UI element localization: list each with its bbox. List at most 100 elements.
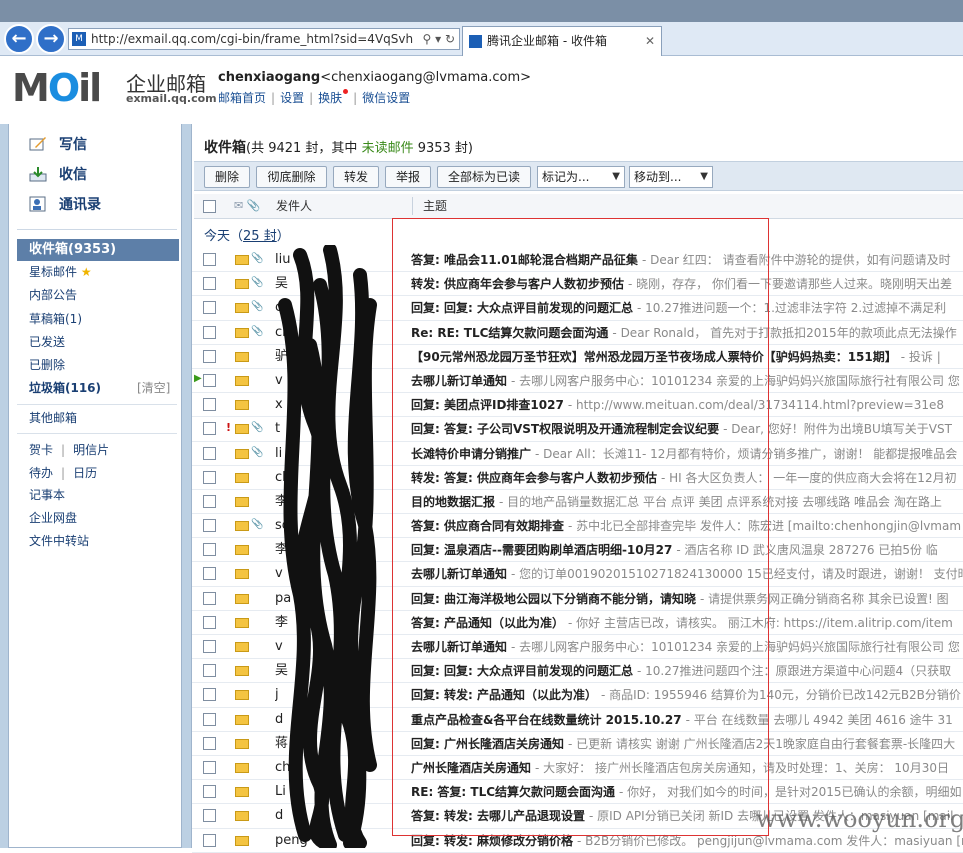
email-sender[interactable]: v [275, 369, 400, 392]
link-settings[interactable]: 设置 [280, 91, 304, 105]
email-subject[interactable]: 回复: 曲江海洋极地公园以下分销商不能分销，请知晓 - 请提供票务网正确分销商名称… [411, 587, 963, 610]
email-subject[interactable]: 广州长隆酒店关房通知 - 大家好： 接广州长隆酒店包房关房通知，请及时处理：1、关… [411, 756, 963, 779]
email-row[interactable]: x 回复: 美团点评ID排查1027- http://www.meituan.co… [192, 393, 963, 418]
email-row[interactable]: ch 转发: 答复: 供应商年会参与客户人数初步预估 - HI 各大区负责人： 一年… [192, 466, 963, 490]
email-row[interactable]: j 回复: 转发: 产品通知（以此为准） - 商品ID: 1955946 结算价为1… [192, 683, 963, 708]
mark-all-read-button[interactable]: 全部标为已读 [437, 166, 531, 188]
row-checkbox[interactable] [203, 398, 216, 412]
email-sender[interactable]: d [275, 708, 400, 731]
link-netdisk[interactable]: 企业网盘 [29, 508, 77, 528]
email-row[interactable]: 吴回复: 回复: 大众点评目前发现的问题汇总 - 10.27推进问题四个注：原跟进… [192, 659, 963, 684]
link-greeting-card[interactable]: 贺卡 [29, 443, 53, 457]
row-checkbox[interactable] [203, 301, 216, 315]
link-file-transfer[interactable]: 文件中转站 [29, 531, 89, 551]
row-checkbox[interactable] [203, 519, 216, 533]
sidebar-item-drafts[interactable]: 草稿箱(1) [29, 309, 82, 329]
email-subject[interactable]: 转发: 答复: 供应商年会参与客户人数初步预估 - HI 各大区负责人： 一年一度… [411, 466, 963, 489]
search-refresh-icon[interactable]: ⚲ ▾ ↻ [423, 29, 456, 49]
email-sender[interactable]: v [275, 562, 400, 585]
email-subject[interactable]: 去哪儿新订单通知 - 去哪儿网客户服务中心：10101234 亲爱的上海驴妈妈兴旅… [411, 635, 963, 658]
email-row[interactable]: 📎 ch Re: RE: TLC结算欠款问题会面沟通 - Dear Ronald， 首… [192, 321, 963, 345]
email-subject[interactable]: 回复: 美团点评ID排查1027- http://www.meituan.com… [411, 393, 963, 416]
forward-button[interactable]: → [36, 24, 66, 54]
row-checkbox[interactable] [203, 688, 216, 702]
email-subject[interactable]: 【90元常州恐龙园万圣节狂欢】常州恐龙园万圣节夜场成人票特价【驴妈妈热卖：151… [411, 345, 963, 368]
row-checkbox[interactable] [203, 809, 216, 823]
row-checkbox[interactable] [203, 422, 216, 436]
tab-close-icon[interactable]: ✕ [645, 27, 655, 55]
back-button[interactable]: ← [4, 24, 34, 54]
email-row[interactable]: 李目的地数据汇报 - 目的地产品销量数据汇总 平台 点评 美团 点评系统对接 去哪… [192, 490, 963, 515]
mark-as-select[interactable]: 标记为... ▼ [537, 166, 625, 188]
row-checkbox[interactable] [203, 640, 216, 653]
subject-column-header[interactable]: 主题 [423, 194, 447, 218]
email-sender[interactable]: 李 [275, 538, 400, 561]
email-row[interactable]: 📎 ca 回复: 回复: 大众点评目前发现的问题汇总 - 10.27推进问题一个：1.… [192, 296, 963, 321]
row-checkbox[interactable] [203, 325, 216, 339]
email-row[interactable]: 驴【90元常州恐龙园万圣节狂欢】常州恐龙园万圣节夜场成人票特价【驴妈妈热卖：15… [192, 345, 963, 369]
sidebar-item-starred[interactable]: 星标邮件 ★ [29, 262, 92, 282]
row-checkbox[interactable] [203, 736, 216, 750]
email-row[interactable]: ! 📎 t 回复: 答复: 子公司VST权限说明及开通流程制定会议纪要 - Dear, … [192, 417, 963, 442]
email-sender[interactable]: 吴 [275, 659, 400, 682]
email-subject[interactable]: 回复: 广州长隆酒店关房通知 - 已更新 请核实 谢谢 广州长隆酒店2天1晚家庭自… [411, 732, 963, 755]
row-checkbox[interactable] [203, 664, 216, 678]
compose-link[interactable]: 写信 [29, 133, 87, 157]
email-subject[interactable]: RE: 答复: TLC结算欠款问题会面沟通 - 你好， 对我们如今的时间，是针对2… [411, 780, 963, 803]
email-sender[interactable]: liu [275, 248, 400, 271]
link-notepad[interactable]: 记事本 [29, 485, 65, 505]
sidebar-item-inbox[interactable]: 收件箱(9353) [17, 239, 179, 261]
email-sender[interactable]: x [275, 393, 400, 416]
email-subject[interactable]: 答复: 供应商合同有效期排查 - 苏中北已全部排查完毕 发件人：陈宏进 [mail… [411, 514, 963, 537]
email-sender[interactable]: j [275, 683, 400, 706]
email-subject[interactable]: 回复: 温泉酒店--需要团购刷单酒店明细-10月27- 酒店名称 ID 武义唐风… [411, 538, 963, 561]
row-checkbox[interactable] [203, 615, 216, 629]
email-subject[interactable]: 答复: 唯品会11.01邮轮混合档期产品征集 - Dear 红四： 请查看附件中游… [411, 248, 963, 271]
email-row[interactable]: v 去哪儿新订单通知 - 您的订单00190201510271824130000 1… [192, 562, 963, 587]
browser-tab[interactable]: 腾讯企业邮箱 - 收件箱 ✕ [462, 26, 662, 56]
email-sender[interactable]: ch [275, 321, 400, 344]
link-todo[interactable]: 待办 [29, 466, 53, 480]
row-checkbox[interactable] [203, 591, 216, 605]
email-row[interactable]: 📎 吴转发: 供应商年会参与客户人数初步预估 - 晓刚，存存， 你们看一下要邀请那些… [192, 272, 963, 297]
row-checkbox[interactable] [203, 349, 216, 363]
email-row[interactable]: 📎 so 答复: 供应商合同有效期排查 - 苏中北已全部排查完毕 发件人：陈宏进 [m… [192, 514, 963, 539]
email-subject[interactable]: Re: RE: TLC结算欠款问题会面沟通 - Dear Ronald， 首先对于… [411, 321, 963, 344]
row-checkbox[interactable] [203, 494, 216, 508]
report-button[interactable]: 举报 [385, 166, 431, 188]
email-sender[interactable]: peng [275, 829, 400, 852]
address-bar[interactable]: M http://exmail.qq.com/cgi-bin/frame_htm… [68, 28, 460, 50]
email-subject[interactable]: 转发: 供应商年会参与客户人数初步预估 - 晓刚，存存， 你们看一下要邀请那些人过… [411, 272, 963, 295]
email-sender[interactable]: 李 [275, 611, 400, 634]
row-checkbox[interactable] [203, 543, 216, 557]
email-sender[interactable]: li [275, 442, 400, 465]
email-sender[interactable]: 蒋 [275, 732, 400, 755]
select-all-checkbox[interactable] [203, 200, 216, 213]
email-row[interactable]: v 去哪儿新订单通知 - 去哪儿网客户服务中心：10101234 亲爱的上海驴妈妈兴… [192, 635, 963, 660]
email-row[interactable]: pa 回复: 曲江海洋极地公园以下分销商不能分销，请知晓 - 请提供票务网正确分销商… [192, 587, 963, 611]
sidebar-item-deleted[interactable]: 已删除 [29, 355, 65, 375]
link-calendar[interactable]: 日历 [73, 466, 97, 480]
email-row[interactable]: Li RE: 答复: TLC结算欠款问题会面沟通 - 你好， 对我们如今的时间，是针… [192, 780, 963, 805]
email-row[interactable]: ch 广州长隆酒店关房通知 - 大家好： 接广州长隆酒店包房关房通知，请及时处理：1… [192, 756, 963, 781]
row-checkbox[interactable] [203, 760, 216, 774]
sidebar-item-spam[interactable]: 垃圾箱(116) [29, 378, 101, 398]
email-subject[interactable]: 去哪儿新订单通知 - 去哪儿网客户服务中心：10101234 亲爱的上海驴妈妈兴旅… [411, 369, 963, 392]
email-subject[interactable]: 长滩特价申请分销推广 - Dear All：长滩11- 12月都有特价，烦请分销多… [411, 442, 963, 465]
link-mail-home[interactable]: 邮箱首页 [218, 91, 266, 105]
row-checkbox[interactable] [203, 253, 216, 266]
email-sender[interactable]: 吴 [275, 272, 400, 295]
email-sender[interactable]: ch [275, 756, 400, 779]
link-skin[interactable]: 换肤 [318, 91, 342, 105]
row-checkbox[interactable] [203, 833, 216, 847]
email-subject[interactable]: 回复: 转发: 产品通知（以此为准） - 商品ID: 1955946 结算价为14… [411, 683, 963, 706]
receive-link[interactable]: 收信 [29, 163, 87, 187]
email-subject[interactable]: 回复: 回复: 大众点评目前发现的问题汇总 - 10.27推进问题一个：1.过滤非… [411, 296, 963, 319]
move-to-select[interactable]: 移动到... ▼ [629, 166, 713, 188]
email-subject[interactable]: 目的地数据汇报 - 目的地产品销量数据汇总 平台 点评 美团 点评系统对接 去哪线… [411, 490, 963, 513]
row-checkbox[interactable] [203, 277, 216, 291]
email-sender[interactable]: d [275, 804, 400, 827]
email-sender[interactable]: 李 [275, 490, 400, 513]
email-sender[interactable]: v [275, 635, 400, 658]
permanent-delete-button[interactable]: 彻底删除 [256, 166, 327, 188]
